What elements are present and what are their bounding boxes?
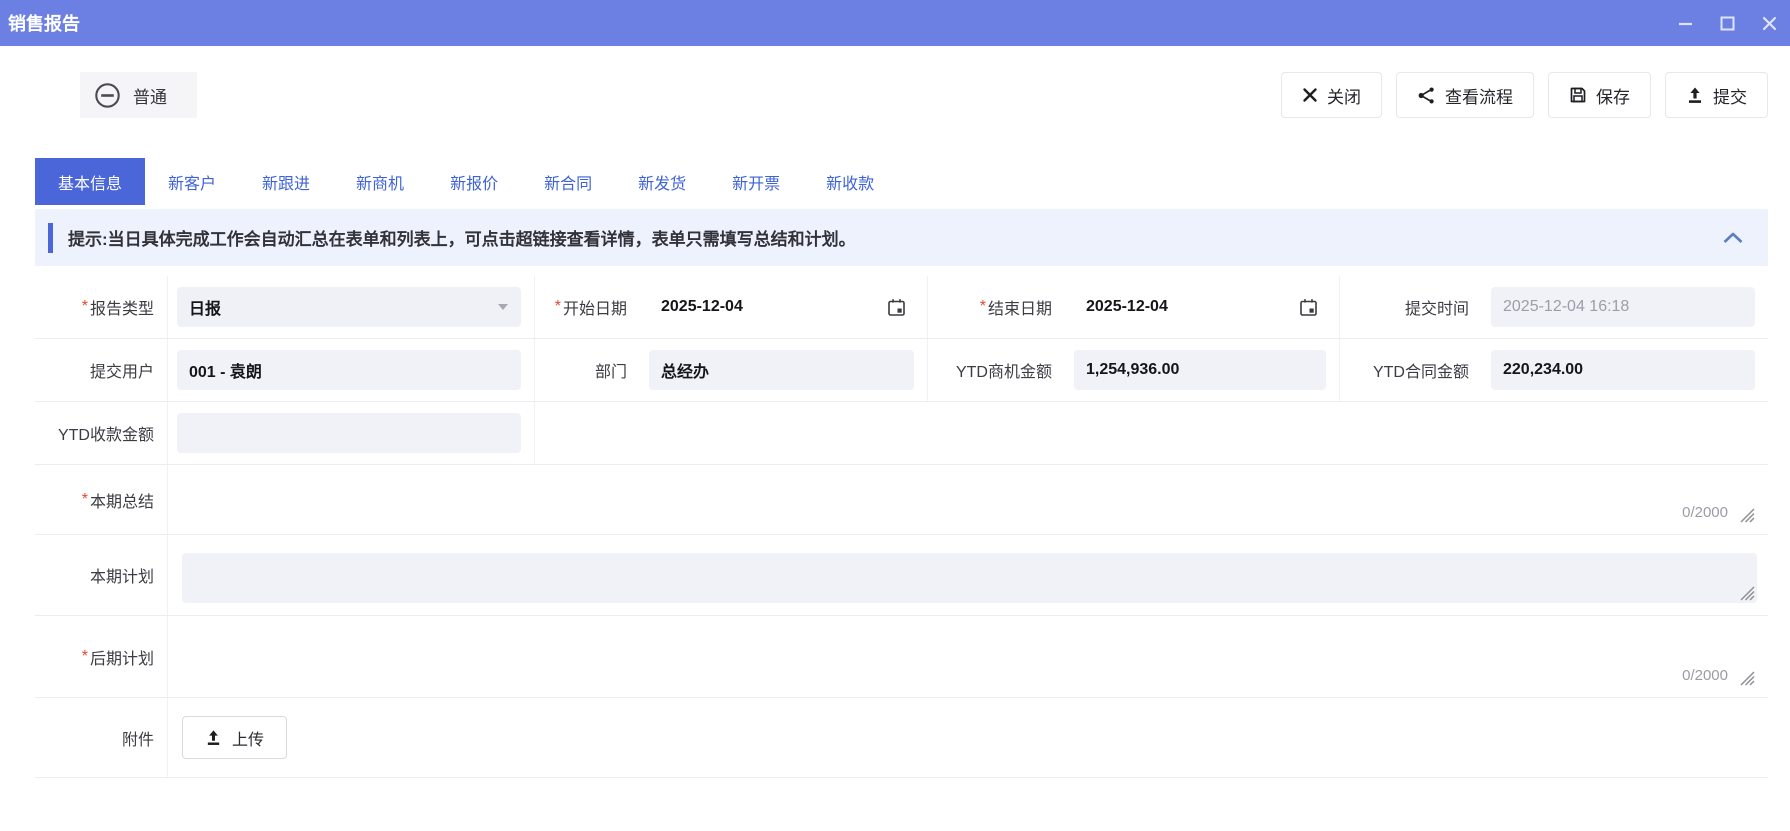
submit-button[interactable]: 提交 [1665, 72, 1768, 118]
upload-icon [205, 729, 222, 746]
close-window-button[interactable] [1760, 14, 1778, 32]
start-date-input[interactable]: 2025-12-04 [649, 287, 914, 327]
maximize-icon [1720, 16, 1735, 31]
minimize-icon [1678, 16, 1693, 31]
form-row: * 报告类型 日报 * 开始日期 2025-12-04 [35, 276, 1768, 339]
resize-handle[interactable] [1739, 507, 1755, 523]
submit-button-label: 提交 [1713, 83, 1747, 108]
titlebar: 销售报告 [0, 0, 1790, 46]
priority-badge[interactable]: 普通 [80, 72, 197, 118]
attachment-label: 附件 [35, 698, 168, 777]
toolbar-buttons: 关闭 查看流程 保存 提交 [1281, 72, 1768, 118]
hint-accent-bar [48, 223, 53, 253]
chevron-up-icon [1722, 231, 1744, 244]
required-marker: * [980, 298, 986, 316]
upload-button-label: 上传 [232, 726, 264, 750]
view-flow-button[interactable]: 查看流程 [1396, 72, 1534, 118]
report-type-value: 日报 [189, 295, 221, 319]
tab-new-invoice[interactable]: 新开票 [709, 158, 803, 205]
form-row: YTD收款金额 [35, 402, 1768, 465]
tab-new-quote[interactable]: 新报价 [427, 158, 521, 205]
tab-new-shipment[interactable]: 新发货 [615, 158, 709, 205]
end-date-input[interactable]: 2025-12-04 [1074, 287, 1326, 327]
department-field: 总经办 [649, 350, 914, 390]
tab-basic-info[interactable]: 基本信息 [35, 158, 145, 205]
hint-bar: 提示:当日具体完成工作会自动汇总在表单和列表上，可点击超链接查看详情，表单只需填… [35, 209, 1768, 266]
ytd-receipt-field [177, 413, 521, 453]
required-marker: * [82, 491, 88, 509]
ytd-opportunity-label: YTD商机金额 [928, 339, 1065, 401]
tab-new-payment[interactable]: 新收款 [803, 158, 897, 205]
sales-report-form: * 报告类型 日报 * 开始日期 2025-12-04 [35, 276, 1768, 778]
ytd-contract-field: 220,234.00 [1491, 350, 1755, 390]
close-icon [1762, 16, 1777, 31]
tab-new-contract[interactable]: 新合同 [521, 158, 615, 205]
submit-user-field: 001 - 袁朗 [177, 350, 521, 390]
submit-user-label: 提交用户 [35, 339, 168, 401]
tab-new-customer[interactable]: 新客户 [145, 158, 239, 205]
hint-text: 提示:当日具体完成工作会自动汇总在表单和列表上，可点击超链接查看详情，表单只需填… [68, 225, 856, 250]
save-icon [1569, 86, 1587, 104]
required-marker: * [555, 298, 561, 316]
calendar-icon[interactable] [887, 298, 906, 317]
end-date-label: * 结束日期 [928, 276, 1065, 338]
maximize-button[interactable] [1718, 14, 1736, 32]
next-plan-textarea[interactable]: 0/2000 [168, 616, 1768, 697]
current-plan-textarea[interactable] [182, 553, 1757, 603]
report-type-label: * 报告类型 [35, 276, 168, 338]
required-marker: * [82, 648, 88, 666]
end-date-value: 2025-12-04 [1086, 298, 1168, 316]
collapse-hint-button[interactable] [1722, 231, 1744, 244]
tab-bar: 基本信息 新客户 新跟进 新商机 新报价 新合同 新发货 新开票 新收款 [0, 158, 1790, 205]
report-type-select[interactable]: 日报 [177, 287, 521, 327]
department-label: 部门 [535, 339, 640, 401]
upload-icon [1686, 86, 1704, 104]
start-date-value: 2025-12-04 [661, 298, 743, 316]
view-flow-label: 查看流程 [1445, 83, 1513, 108]
calendar-icon[interactable] [1299, 298, 1318, 317]
toolbar: 普通 关闭 查看流程 保存 [0, 72, 1790, 118]
ytd-opportunity-field: 1,254,936.00 [1074, 350, 1326, 390]
close-button-label: 关闭 [1327, 83, 1361, 108]
char-counter: 0/2000 [1682, 667, 1728, 684]
submit-time-label: 提交时间 [1340, 276, 1482, 338]
tab-new-followup[interactable]: 新跟进 [239, 158, 333, 205]
char-counter: 0/2000 [1682, 504, 1728, 521]
submit-time-field: 2025-12-04 16:18 [1491, 287, 1755, 327]
current-plan-row: 本期计划 [35, 535, 1768, 616]
priority-label: 普通 [133, 83, 167, 108]
resize-handle[interactable] [1739, 670, 1755, 686]
attachment-row: 附件 上传 [35, 698, 1768, 778]
summary-row: * 本期总结 0/2000 [35, 465, 1768, 535]
required-marker: * [82, 298, 88, 316]
chevron-down-icon [497, 303, 509, 311]
resize-grip-icon [1739, 670, 1755, 686]
minimize-button[interactable] [1676, 14, 1694, 32]
tab-new-opportunity[interactable]: 新商机 [333, 158, 427, 205]
start-date-label: * 开始日期 [535, 276, 640, 338]
share-icon [1417, 86, 1436, 105]
upload-button[interactable]: 上传 [182, 716, 287, 759]
next-plan-row: * 后期计划 0/2000 [35, 616, 1768, 698]
window-title: 销售报告 [8, 10, 80, 36]
resize-handle[interactable] [1739, 585, 1755, 601]
resize-grip-icon [1739, 585, 1755, 601]
summary-textarea[interactable]: 0/2000 [168, 465, 1768, 534]
save-button-label: 保存 [1596, 83, 1630, 108]
ytd-receipt-label: YTD收款金额 [35, 402, 168, 464]
resize-grip-icon [1739, 507, 1755, 523]
close-icon [1302, 87, 1318, 103]
form-row: 提交用户 001 - 袁朗 部门 总经办 YTD商机金额 1,254,936.0… [35, 339, 1768, 402]
close-button[interactable]: 关闭 [1281, 72, 1382, 118]
ytd-contract-label: YTD合同金额 [1340, 339, 1482, 401]
save-button[interactable]: 保存 [1548, 72, 1651, 118]
circle-minus-icon [94, 82, 121, 109]
next-plan-label: * 后期计划 [35, 616, 168, 697]
summary-label: * 本期总结 [35, 465, 168, 534]
current-plan-label: 本期计划 [35, 535, 168, 615]
window-controls [1676, 14, 1778, 32]
